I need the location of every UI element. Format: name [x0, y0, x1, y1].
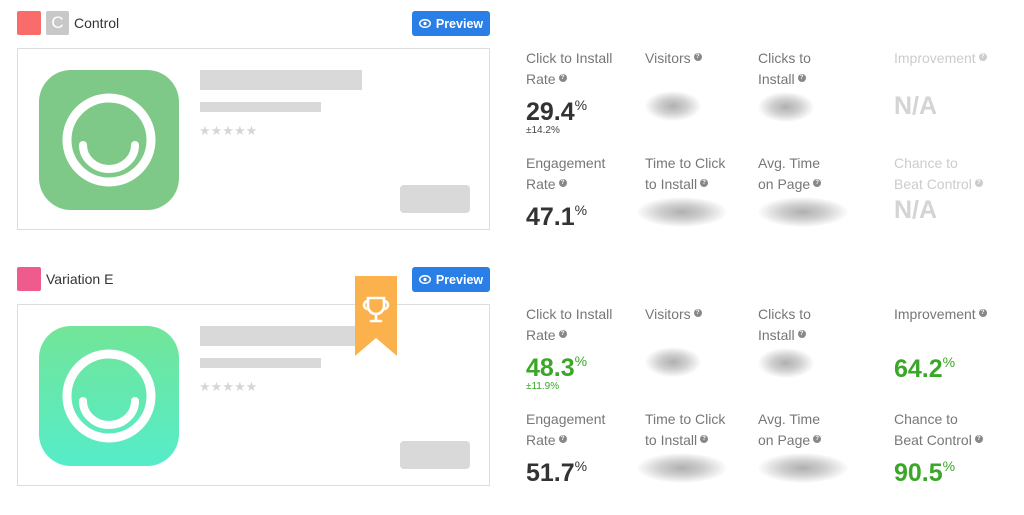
variant-name: Variation E [46, 271, 114, 287]
redacted-value [645, 347, 701, 377]
metric-value: N/A [894, 92, 938, 120]
metric-avg-time-on-page: Avg. Time on Page? [758, 153, 878, 227]
eye-icon [418, 275, 431, 284]
metric-time-to-click: Time to Click to Install? [637, 153, 765, 227]
preview-button[interactable]: Preview [412, 11, 490, 36]
metric-engagement-rate: Engagement Rate? 51.7% [526, 409, 646, 487]
preview-button[interactable]: Preview [412, 267, 490, 292]
metric-clicks-to-install: Clicks to Install? [758, 48, 878, 122]
smiley-icon [62, 93, 156, 187]
help-icon[interactable]: ? [558, 74, 567, 82]
redacted-value [758, 348, 814, 378]
variant-header: C Control [17, 11, 119, 35]
metric-value: 51.7% [526, 458, 588, 487]
metric-click-to-install-rate: Click to Install Rate? 29.4% ±14.2% [526, 48, 646, 136]
preview-label: Preview [435, 272, 484, 287]
redacted-value [758, 92, 814, 122]
preview-label: Preview [435, 16, 484, 31]
install-button-placeholder [400, 185, 470, 213]
variant-header: Variation E [17, 267, 113, 291]
help-icon[interactable]: ? [558, 179, 567, 187]
metric-time-to-click: Time to Click to Install? [637, 409, 765, 483]
metric-visitors: Visitors? [645, 48, 765, 121]
redacted-value [758, 197, 848, 227]
help-icon[interactable]: ? [700, 179, 709, 187]
metric-value: 47.1% [526, 202, 588, 231]
redacted-value [637, 453, 727, 483]
help-icon[interactable]: ? [558, 435, 567, 443]
metric-improvement: Improvement? N/A [894, 48, 1014, 120]
metric-chance-to-beat-control: Chance to Beat Control? N/A [894, 153, 1014, 224]
metric-value: 29.4% [526, 97, 588, 126]
redacted-value [637, 197, 727, 227]
metric-value: 90.5% [894, 458, 956, 487]
metric-error-margin: ±11.9% [526, 381, 560, 392]
eye-icon [418, 19, 431, 28]
help-icon[interactable]: ? [978, 53, 987, 61]
help-icon[interactable]: ? [693, 309, 702, 317]
help-icon[interactable]: ? [813, 435, 822, 443]
metric-value: 64.2% [894, 354, 956, 383]
app-preview-card: ★★★★★ [17, 304, 490, 486]
star-rating: ★★★★★ [199, 123, 258, 138]
install-button-placeholder [400, 441, 470, 469]
help-icon[interactable]: ? [813, 179, 822, 187]
help-icon[interactable]: ? [700, 435, 709, 443]
app-subtitle-placeholder [200, 358, 321, 368]
help-icon[interactable]: ? [797, 74, 806, 82]
help-icon[interactable]: ? [558, 330, 567, 338]
metric-error-margin: ±14.2% [526, 125, 560, 136]
metric-engagement-rate: Engagement Rate? 47.1% [526, 153, 646, 231]
redacted-value [645, 91, 701, 121]
star-rating: ★★★★★ [199, 379, 258, 394]
app-subtitle-placeholder [200, 102, 321, 112]
metric-value: N/A [894, 196, 938, 224]
metric-avg-time-on-page: Avg. Time on Page? [758, 409, 878, 483]
variant-color-swatch [17, 11, 41, 35]
help-icon[interactable]: ? [797, 330, 806, 338]
variant-color-swatch [17, 267, 41, 291]
variant-variation-e: Variation E Preview ★★★★★ Click to Insta… [0, 256, 1024, 506]
redacted-value [758, 453, 848, 483]
help-icon[interactable]: ? [693, 53, 702, 61]
smiley-icon [62, 349, 156, 443]
help-icon[interactable]: ? [974, 435, 983, 443]
app-icon [39, 326, 179, 466]
help-icon[interactable]: ? [974, 179, 983, 187]
metric-click-to-install-rate: Click to Install Rate? 48.3% ±11.9% [526, 304, 646, 392]
metric-clicks-to-install: Clicks to Install? [758, 304, 878, 378]
app-icon [39, 70, 179, 210]
app-preview-card: ★★★★★ [17, 48, 490, 230]
variant-name: Control [74, 15, 120, 31]
app-title-placeholder [200, 326, 362, 346]
help-icon[interactable]: ? [978, 309, 987, 317]
variant-control: C Control Preview ★★★★★ Click to Install… [0, 0, 1024, 250]
app-title-placeholder [200, 70, 362, 90]
winner-ribbon [355, 276, 397, 356]
metric-value: 48.3% [526, 353, 588, 382]
metric-improvement: Improvement? 64.2% [894, 304, 1014, 383]
metric-chance-to-beat-control: Chance to Beat Control? 90.5% [894, 409, 1014, 487]
control-badge: C [46, 11, 69, 35]
metric-visitors: Visitors? [645, 304, 765, 377]
